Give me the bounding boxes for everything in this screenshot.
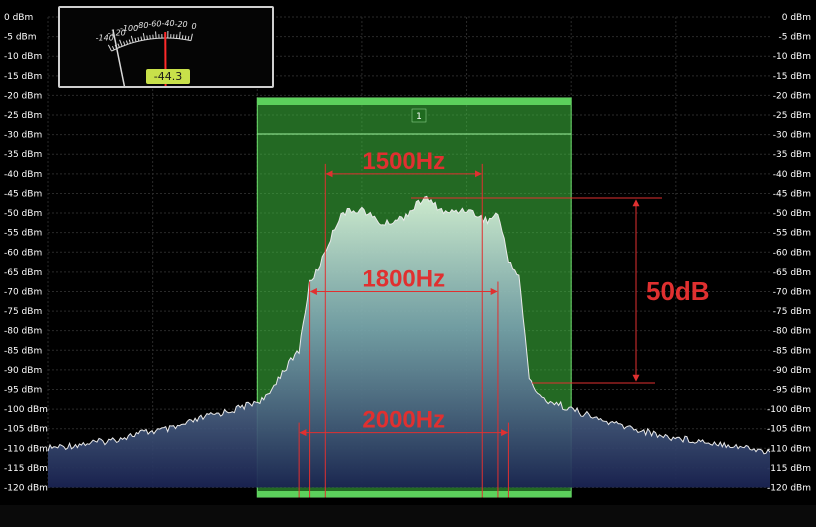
- meter-scale-label: 0: [192, 22, 197, 31]
- y-tick-label: -35 dBm: [4, 150, 42, 160]
- meter-tick: [134, 37, 137, 42]
- meter-scale-label: -40: [161, 19, 174, 28]
- y-tick-label-right: -40 dBm: [773, 170, 811, 180]
- y-tick-label-right: -80 dBm: [773, 327, 811, 337]
- y-tick-label-right: -30 dBm: [773, 131, 811, 141]
- y-tick-label: -40 dBm: [4, 170, 42, 180]
- y-axis-right: 0 dBm -5 dBm -10 dBm -15 dBm -20 dBm -25 dBm -…: [767, 13, 811, 494]
- filter-badge[interactable]: 1: [411, 108, 427, 123]
- y-tick-label-right: -70 dBm: [773, 287, 811, 297]
- meter-tick: [128, 39, 131, 44]
- marker-label: 1800Hz: [362, 265, 445, 292]
- filter-badge-label: 1: [416, 112, 422, 122]
- y-axis-left: 0 dBm -5 dBm -10 dBm -15 dBm -20 dBm -25 dBm -…: [4, 13, 48, 494]
- y-tick-label-right: -65 dBm: [773, 268, 811, 278]
- meter-tick: [117, 43, 120, 48]
- y-tick-label-right: 0 dBm: [782, 13, 811, 23]
- meter-scale-label: -80: [135, 21, 148, 30]
- marker-label: 1500Hz: [362, 148, 445, 175]
- meter-tick: [142, 32, 146, 41]
- y-tick-label: -110 dBm: [4, 444, 48, 454]
- frequency-axis-bar: [0, 505, 816, 527]
- meter-scale-label: -20: [175, 20, 188, 29]
- spectrum-area: [48, 196, 770, 488]
- meter-tick: [155, 31, 157, 39]
- meter-tick: [146, 35, 148, 40]
- meter-tick: [111, 45, 115, 51]
- y-tick-label: 0 dBm: [4, 13, 33, 23]
- meter-readout: -44.3: [146, 69, 190, 84]
- y-tick-label: -15 dBm: [4, 72, 42, 82]
- y-tick-label: -10 dBm: [4, 52, 42, 62]
- y-tick-label: -45 dBm: [4, 189, 42, 199]
- meter-tick: [184, 35, 187, 40]
- y-tick-label: -105 dBm: [4, 425, 48, 435]
- meter-scale-label: -60: [148, 19, 161, 28]
- meter-tick: [149, 34, 151, 40]
- y-tick-label: -25 dBm: [4, 111, 42, 121]
- y-tick-label-right: -35 dBm: [773, 150, 811, 160]
- s-meter: -140 -120 -100 -80 -60 -40 -20 0 -44.3: [58, 6, 274, 88]
- y-tick-label: -80 dBm: [4, 327, 42, 337]
- y-tick-label: -70 dBm: [4, 287, 42, 297]
- y-tick-label-right: -25 dBm: [773, 111, 811, 121]
- y-tick-label-right: -100 dBm: [767, 405, 811, 415]
- y-tick-label: -95 dBm: [4, 385, 42, 395]
- meter-tick: [130, 35, 134, 43]
- y-tick-label-right: -15 dBm: [773, 72, 811, 82]
- y-tick-label-right: -110 dBm: [767, 444, 811, 454]
- meter-tick: [137, 37, 140, 42]
- y-tick-label: -30 dBm: [4, 131, 42, 141]
- y-tick-label: -5 dBm: [4, 33, 37, 43]
- y-tick-label-right: -120 dBm: [767, 484, 811, 494]
- meter-tick: [190, 33, 193, 41]
- meter-arc: [111, 37, 192, 52]
- meter-tick: [125, 40, 129, 45]
- meter-tick: [107, 44, 112, 52]
- y-tick-label-right: -20 dBm: [773, 91, 811, 101]
- y-tick-label: -100 dBm: [4, 405, 48, 415]
- meter-scale: -140-120-100-80 -60 -40 -20 0: [96, 19, 197, 52]
- meter-tick: [178, 31, 181, 39]
- y-tick-label: -55 dBm: [4, 229, 42, 239]
- depth-label: 50dB: [646, 276, 710, 306]
- y-tick-label: -65 dBm: [4, 268, 42, 278]
- y-tick-label-right: -105 dBm: [767, 425, 811, 435]
- y-tick-label: -120 dBm: [4, 484, 48, 494]
- y-tick-label: -60 dBm: [4, 248, 42, 258]
- y-tick-label-right: -60 dBm: [773, 248, 811, 258]
- y-tick-label-right: -90 dBm: [773, 366, 811, 376]
- marker-label: 2000Hz: [362, 407, 445, 434]
- y-tick-label-right: -115 dBm: [767, 464, 811, 474]
- y-tick-label: -75 dBm: [4, 307, 42, 317]
- meter-peak-marker: [112, 29, 126, 86]
- filter-passband-top-bar[interactable]: [257, 98, 572, 105]
- y-tick-label-right: -55 dBm: [773, 229, 811, 239]
- meter-tick: [187, 36, 190, 41]
- y-tick-label: -90 dBm: [4, 366, 42, 376]
- y-tick-label: -20 dBm: [4, 91, 42, 101]
- y-tick-label-right: -95 dBm: [773, 385, 811, 395]
- meter-tick: [140, 36, 143, 41]
- filter-passband-bottom-bar[interactable]: [257, 491, 572, 497]
- meter-tick: [123, 41, 126, 46]
- y-tick-label: -115 dBm: [4, 464, 48, 474]
- y-tick-label-right: -50 dBm: [773, 209, 811, 219]
- y-tick-label: -85 dBm: [4, 346, 42, 356]
- y-tick-label-right: -75 dBm: [773, 307, 811, 317]
- meter-tick: [181, 35, 184, 40]
- y-tick-label-right: -45 dBm: [773, 189, 811, 199]
- y-tick-label-right: -5 dBm: [779, 33, 812, 43]
- y-tick-label-right: -85 dBm: [773, 346, 811, 356]
- y-tick-label-right: -10 dBm: [773, 52, 811, 62]
- y-tick-label: -50 dBm: [4, 209, 42, 219]
- meter-tick: [119, 39, 123, 47]
